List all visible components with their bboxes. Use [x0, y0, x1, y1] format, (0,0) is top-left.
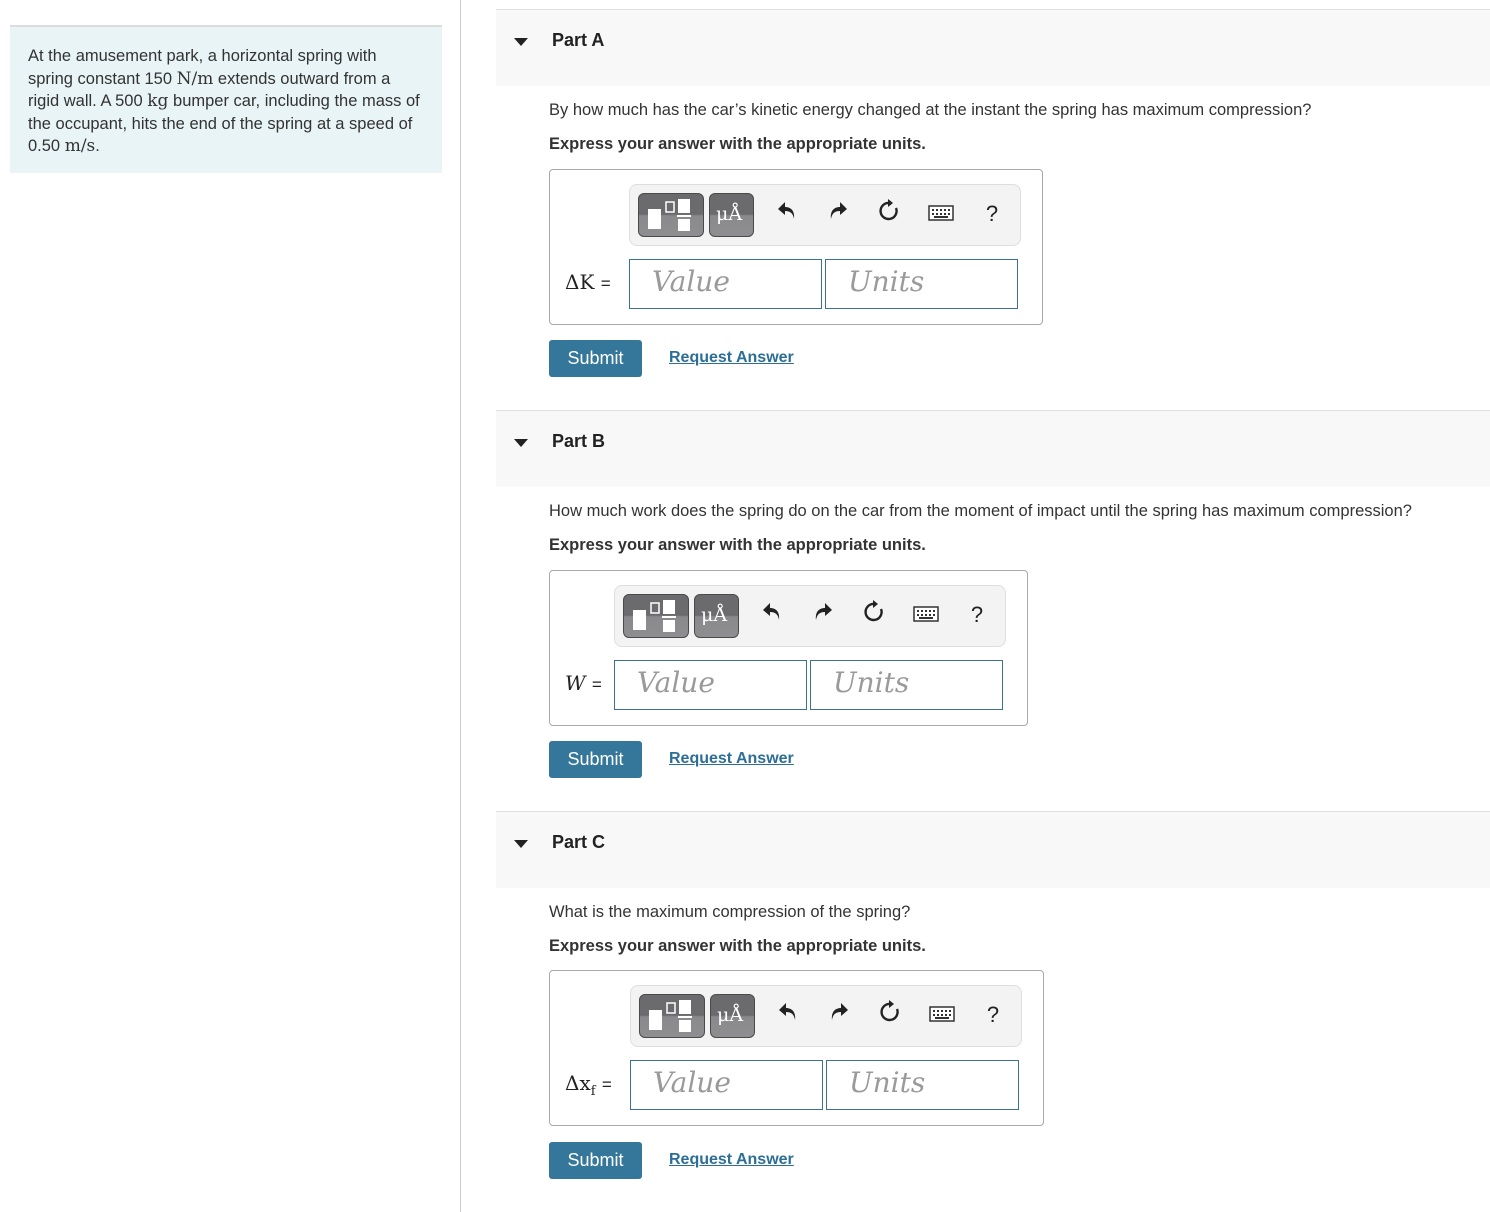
help-icon[interactable]: ?	[978, 1000, 1008, 1030]
question-text: How much work does the spring do on the …	[549, 502, 1412, 520]
fraction-template-icon	[633, 600, 676, 632]
answer-box: μÅ ? ΔK = Value Units	[549, 169, 1043, 325]
part-c-header[interactable]: Part C	[496, 811, 1490, 888]
collapse-caret-icon[interactable]	[514, 840, 528, 848]
keyboard-icon[interactable]	[927, 1000, 957, 1030]
variable-label: Δxf =	[565, 1071, 612, 1099]
problem-statement: At the amusement park, a horizontal spri…	[10, 25, 442, 173]
redo-icon[interactable]	[823, 199, 853, 229]
variable-label: W =	[565, 671, 602, 695]
math-toolbar: μÅ ?	[629, 184, 1021, 246]
units-input[interactable]: Units	[826, 1060, 1019, 1110]
request-answer-link[interactable]: Request Answer	[669, 349, 794, 367]
undo-icon[interactable]	[757, 600, 787, 630]
part-c: Part C What is the maximum compression o…	[496, 811, 1490, 1179]
math-toolbar: μÅ ?	[614, 585, 1006, 647]
math-unit: m/s	[64, 136, 96, 156]
help-icon[interactable]: ?	[962, 600, 992, 630]
units-icon: μÅ	[701, 604, 728, 626]
keyboard-icon[interactable]	[911, 600, 941, 630]
templates-button[interactable]	[623, 594, 689, 638]
reset-icon[interactable]	[874, 199, 904, 231]
instruction-text: Express your answer with the appropriate…	[549, 937, 926, 955]
value-input[interactable]: Value	[629, 259, 822, 309]
fraction-template-icon	[649, 1000, 692, 1032]
request-answer-link[interactable]: Request Answer	[669, 750, 794, 768]
part-b-header[interactable]: Part B	[496, 410, 1490, 487]
request-answer-link[interactable]: Request Answer	[669, 1151, 794, 1169]
units-button[interactable]: μÅ	[709, 193, 754, 237]
help-icon[interactable]: ?	[977, 199, 1007, 229]
part-title: Part C	[552, 832, 606, 852]
answer-box: μÅ ? Δxf = Value Units	[549, 970, 1044, 1126]
submit-button[interactable]: Submit	[549, 340, 642, 377]
undo-icon[interactable]	[772, 199, 802, 229]
question-text: By how much has the car’s kinetic energy…	[549, 101, 1312, 119]
units-icon: μÅ	[716, 203, 743, 225]
answer-box: μÅ ? W = Value Units	[549, 570, 1028, 726]
units-icon: μÅ	[717, 1004, 744, 1026]
units-button[interactable]: μÅ	[694, 594, 739, 638]
math-unit: kg	[147, 91, 169, 111]
instruction-text: Express your answer with the appropriate…	[549, 135, 926, 153]
templates-button[interactable]	[638, 193, 704, 237]
units-input[interactable]: Units	[810, 660, 1003, 710]
reset-icon[interactable]	[859, 600, 889, 632]
value-input[interactable]: Value	[614, 660, 807, 710]
reset-icon[interactable]	[875, 1000, 905, 1032]
keyboard-icon[interactable]	[926, 199, 956, 229]
part-b: Part B How much work does the spring do …	[496, 410, 1490, 778]
part-a: Part A By how much has the car’s kinetic…	[496, 9, 1490, 377]
units-button[interactable]: μÅ	[710, 994, 755, 1038]
math-unit: N/m	[176, 68, 214, 89]
value-input[interactable]: Value	[630, 1060, 823, 1110]
undo-icon[interactable]	[773, 1000, 803, 1030]
instruction-text: Express your answer with the appropriate…	[549, 536, 926, 554]
submit-button[interactable]: Submit	[549, 741, 642, 778]
redo-icon[interactable]	[824, 1000, 854, 1030]
collapse-caret-icon[interactable]	[514, 38, 528, 46]
templates-button[interactable]	[639, 994, 705, 1038]
variable-label: ΔK =	[565, 270, 611, 294]
column-divider	[460, 0, 461, 1212]
redo-icon[interactable]	[808, 600, 838, 630]
part-a-header[interactable]: Part A	[496, 9, 1490, 86]
fraction-template-icon	[648, 199, 691, 231]
part-title: Part A	[552, 30, 605, 50]
math-toolbar: μÅ ?	[630, 985, 1022, 1047]
collapse-caret-icon[interactable]	[514, 439, 528, 447]
part-title: Part B	[552, 431, 606, 451]
units-input[interactable]: Units	[825, 259, 1018, 309]
question-text: What is the maximum compression of the s…	[549, 903, 911, 921]
problem-text: .	[95, 137, 100, 155]
submit-button[interactable]: Submit	[549, 1142, 642, 1179]
